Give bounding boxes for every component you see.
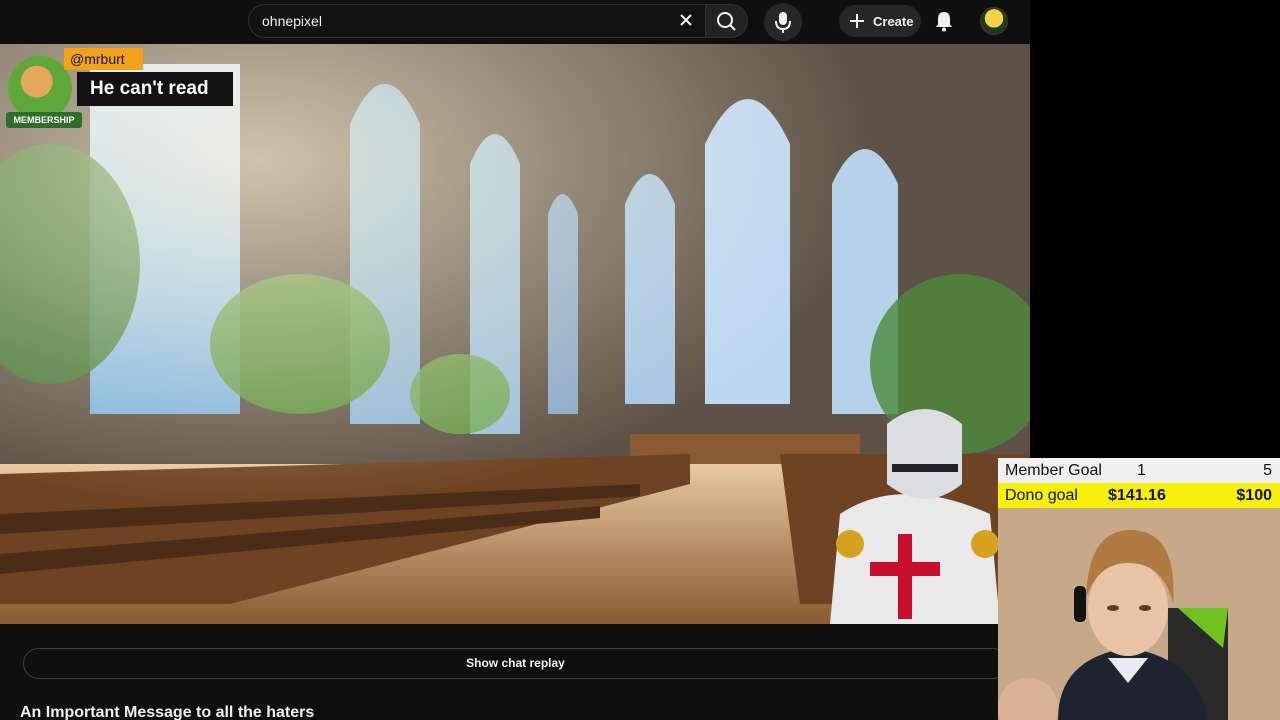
plus-icon	[850, 14, 864, 28]
streamer-webcam-image	[998, 508, 1280, 720]
search-button[interactable]	[706, 4, 748, 38]
stream-goals-overlay: Member Goal 1 5 Dono goal $141.16 $100	[998, 458, 1280, 508]
dono-goal-row: Dono goal $141.16 $100	[998, 483, 1280, 508]
show-chat-replay-button[interactable]: Show chat replay	[23, 648, 1008, 679]
chat-username: @mrburt	[64, 48, 143, 70]
member-goal-label: Member Goal	[1005, 462, 1102, 479]
dono-goal-target: $100	[1236, 487, 1272, 504]
chat-message: He can't read	[77, 72, 233, 106]
member-goal-row: Member Goal 1 5	[998, 458, 1280, 483]
video-player[interactable]: MEMBERSHIP @mrburt He can't read	[0, 44, 1030, 624]
clear-search-icon[interactable]	[674, 8, 698, 32]
member-goal-current: 1	[1137, 462, 1146, 479]
top-bar: ohnepixel Create	[0, 0, 1030, 44]
microphone-icon	[775, 12, 791, 33]
create-label: Create	[873, 14, 914, 29]
search-icon	[717, 12, 736, 31]
voice-search-button[interactable]	[764, 3, 802, 41]
cathedral-scene-image	[0, 44, 1030, 624]
account-avatar[interactable]	[980, 7, 1008, 35]
member-goal-target: 5	[1263, 462, 1272, 479]
search-input[interactable]: ohnepixel	[248, 4, 706, 38]
webcam-feed	[998, 508, 1280, 720]
member-avatar	[8, 56, 72, 120]
video-title: An Important Message to all the haters	[20, 704, 315, 720]
dono-goal-label: Dono goal	[1005, 487, 1078, 504]
membership-badge-label: MEMBERSHIP	[6, 112, 82, 128]
search-query: ohnepixel	[262, 13, 322, 29]
dono-goal-current: $141.16	[1108, 487, 1166, 504]
youtube-page: ohnepixel Create MEMBERSHIP @mrburt He c…	[0, 0, 1030, 720]
create-button[interactable]: Create	[839, 5, 921, 37]
notifications-bell-icon[interactable]	[931, 8, 957, 34]
